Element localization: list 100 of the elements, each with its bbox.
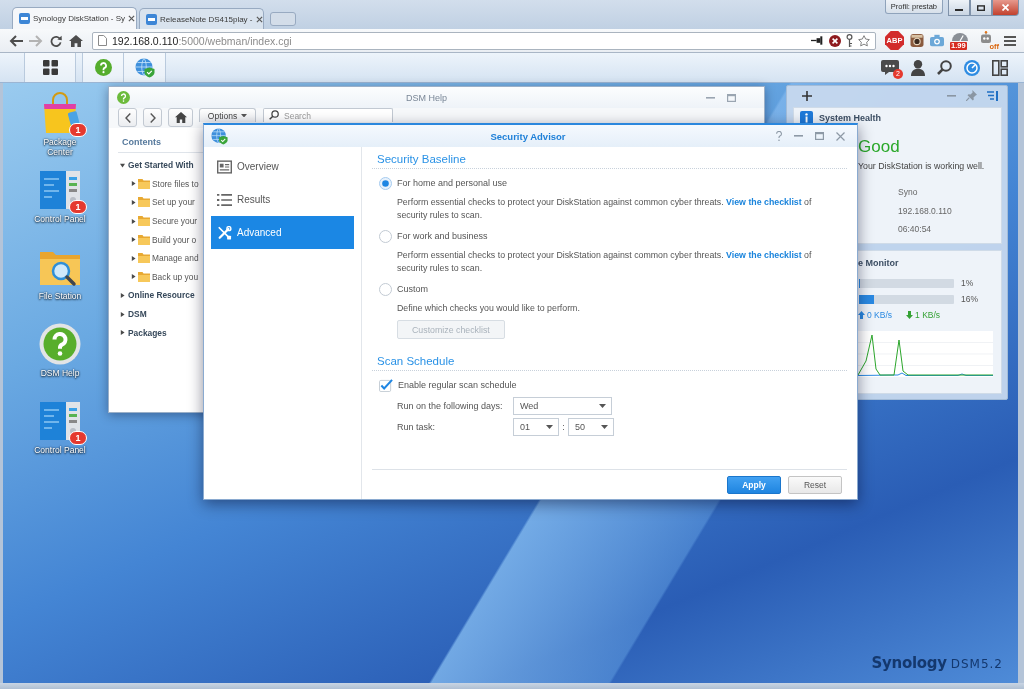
tree-item[interactable]: Secure your bbox=[152, 216, 198, 227]
blocked-icon[interactable] bbox=[829, 34, 841, 47]
minimize-icon bbox=[955, 8, 963, 11]
tree-item[interactable]: Set up your bbox=[152, 197, 195, 208]
robot-icon[interactable] bbox=[980, 31, 992, 43]
hour-dropdown[interactable]: 01 bbox=[513, 418, 559, 436]
checkbox[interactable] bbox=[379, 378, 393, 392]
folder-icon bbox=[138, 197, 150, 208]
tree-item[interactable]: Get Started With bbox=[128, 160, 194, 171]
radio-button[interactable] bbox=[379, 229, 392, 243]
down-arrow-icon bbox=[906, 311, 914, 319]
tree-item[interactable]: Manage and bbox=[152, 253, 199, 264]
day-dropdown[interactable]: Wed bbox=[513, 397, 612, 415]
security-advisor-button[interactable] bbox=[124, 53, 166, 82]
checklist-link[interactable]: View the checklist bbox=[726, 197, 802, 207]
panel-toggle-icon[interactable] bbox=[987, 90, 998, 101]
browser-tab[interactable]: Synology DiskStation - Sy bbox=[12, 7, 137, 29]
caret-icon[interactable] bbox=[120, 162, 125, 168]
window-title: Security Advisor bbox=[490, 130, 566, 142]
caret-icon[interactable] bbox=[131, 255, 136, 261]
folder-icon bbox=[138, 253, 150, 264]
tree-item[interactable]: DSM bbox=[128, 309, 147, 320]
caret-icon[interactable] bbox=[131, 200, 136, 205]
globe-shield-icon bbox=[211, 127, 228, 145]
reset-button[interactable]: Reset bbox=[788, 476, 842, 494]
forward-button[interactable] bbox=[143, 108, 162, 127]
gauge-icon[interactable] bbox=[952, 32, 968, 41]
tree-item[interactable]: Build your o bbox=[152, 234, 197, 245]
home-button[interactable] bbox=[168, 108, 193, 127]
help-icon[interactable] bbox=[38, 323, 82, 365]
maximize-icon[interactable] bbox=[815, 132, 824, 140]
section-heading: Scan Schedule bbox=[372, 349, 847, 371]
close-button[interactable] bbox=[992, 0, 1019, 16]
tree-item[interactable]: Back up you bbox=[152, 271, 199, 282]
checkbox-label[interactable]: Enable regular scan schedule bbox=[398, 380, 517, 390]
back-button[interactable] bbox=[118, 108, 137, 127]
panel-window-icon[interactable] bbox=[38, 169, 82, 211]
page-icon bbox=[98, 35, 107, 46]
field-label: Run on the following days: bbox=[397, 401, 504, 411]
info-value: 192.168.0.110 bbox=[898, 204, 953, 218]
option-label[interactable]: Custom bbox=[397, 284, 428, 294]
widgets-icon[interactable] bbox=[992, 59, 1008, 76]
menu-icon[interactable] bbox=[1004, 35, 1016, 46]
option-label[interactable]: For home and personal use bbox=[397, 178, 508, 188]
chevron-right-icon bbox=[149, 112, 156, 123]
nav-item[interactable]: Advanced bbox=[211, 216, 354, 249]
caret-icon[interactable] bbox=[131, 237, 136, 243]
tree-item[interactable]: Packages bbox=[128, 327, 167, 338]
checklist-link[interactable]: View the checklist bbox=[726, 250, 802, 260]
usage-reading: 16% bbox=[961, 294, 978, 304]
caret-icon[interactable] bbox=[120, 330, 125, 336]
minute-dropdown[interactable]: 50 bbox=[568, 418, 614, 436]
maximize-button[interactable] bbox=[970, 0, 992, 16]
radio-button[interactable] bbox=[379, 282, 392, 296]
help-icon bbox=[117, 91, 130, 104]
tree-item[interactable]: Store files to bbox=[152, 178, 199, 189]
help-icon[interactable] bbox=[776, 131, 782, 141]
radio-button[interactable] bbox=[379, 176, 392, 190]
close-icon[interactable] bbox=[128, 15, 136, 22]
bookmark-star-icon[interactable] bbox=[858, 34, 870, 47]
caret-icon[interactable] bbox=[131, 274, 136, 280]
nav-item[interactable]: Results bbox=[211, 183, 354, 216]
home-icon[interactable] bbox=[69, 34, 83, 47]
section-heading: Security Baseline bbox=[372, 147, 847, 169]
notification-badge: 1 bbox=[69, 200, 87, 214]
help-app-button[interactable] bbox=[82, 53, 124, 82]
notification-badge: 1 bbox=[69, 431, 87, 445]
user-icon[interactable] bbox=[911, 59, 925, 76]
options-button[interactable]: Options bbox=[199, 108, 256, 122]
caret-icon[interactable] bbox=[131, 218, 136, 224]
time-separator: : bbox=[561, 422, 566, 432]
instant-camera-icon[interactable] bbox=[910, 34, 924, 47]
site-icon bbox=[19, 13, 30, 24]
add-icon[interactable] bbox=[802, 90, 812, 101]
back-icon[interactable] bbox=[9, 34, 23, 47]
caret-icon bbox=[241, 113, 248, 118]
browser-tab[interactable]: ReleaseNote DS415play - bbox=[139, 8, 264, 29]
field-label: Run task: bbox=[397, 422, 437, 432]
gauge-icon[interactable] bbox=[964, 59, 980, 76]
close-icon[interactable] bbox=[836, 131, 845, 141]
reload-icon[interactable] bbox=[49, 34, 63, 47]
caret-icon[interactable] bbox=[120, 292, 125, 298]
option-description: Define which checks you would like to perform. bbox=[397, 302, 581, 315]
key-icon[interactable] bbox=[846, 34, 853, 47]
health-message: Your DiskStation is working well. bbox=[858, 160, 986, 172]
option-label[interactable]: For work and business bbox=[397, 231, 488, 241]
tree-item[interactable]: Online Resource bbox=[128, 290, 195, 301]
close-icon[interactable] bbox=[255, 15, 263, 23]
address-field[interactable]: 192.168.0.110:5000/webman/index.cgi bbox=[92, 31, 876, 50]
pushpin-icon[interactable] bbox=[811, 36, 824, 45]
main-menu-button[interactable] bbox=[24, 53, 76, 82]
search-icon bbox=[269, 110, 279, 120]
caret-icon bbox=[546, 425, 553, 429]
caret-icon[interactable] bbox=[131, 181, 136, 187]
panel-window-icon[interactable] bbox=[38, 400, 82, 442]
nav-item[interactable]: Overview bbox=[211, 150, 354, 183]
caret-icon[interactable] bbox=[120, 311, 125, 317]
search-field[interactable]: Search bbox=[263, 108, 393, 122]
minimize-button[interactable] bbox=[948, 0, 970, 16]
search-icon[interactable] bbox=[937, 60, 952, 75]
